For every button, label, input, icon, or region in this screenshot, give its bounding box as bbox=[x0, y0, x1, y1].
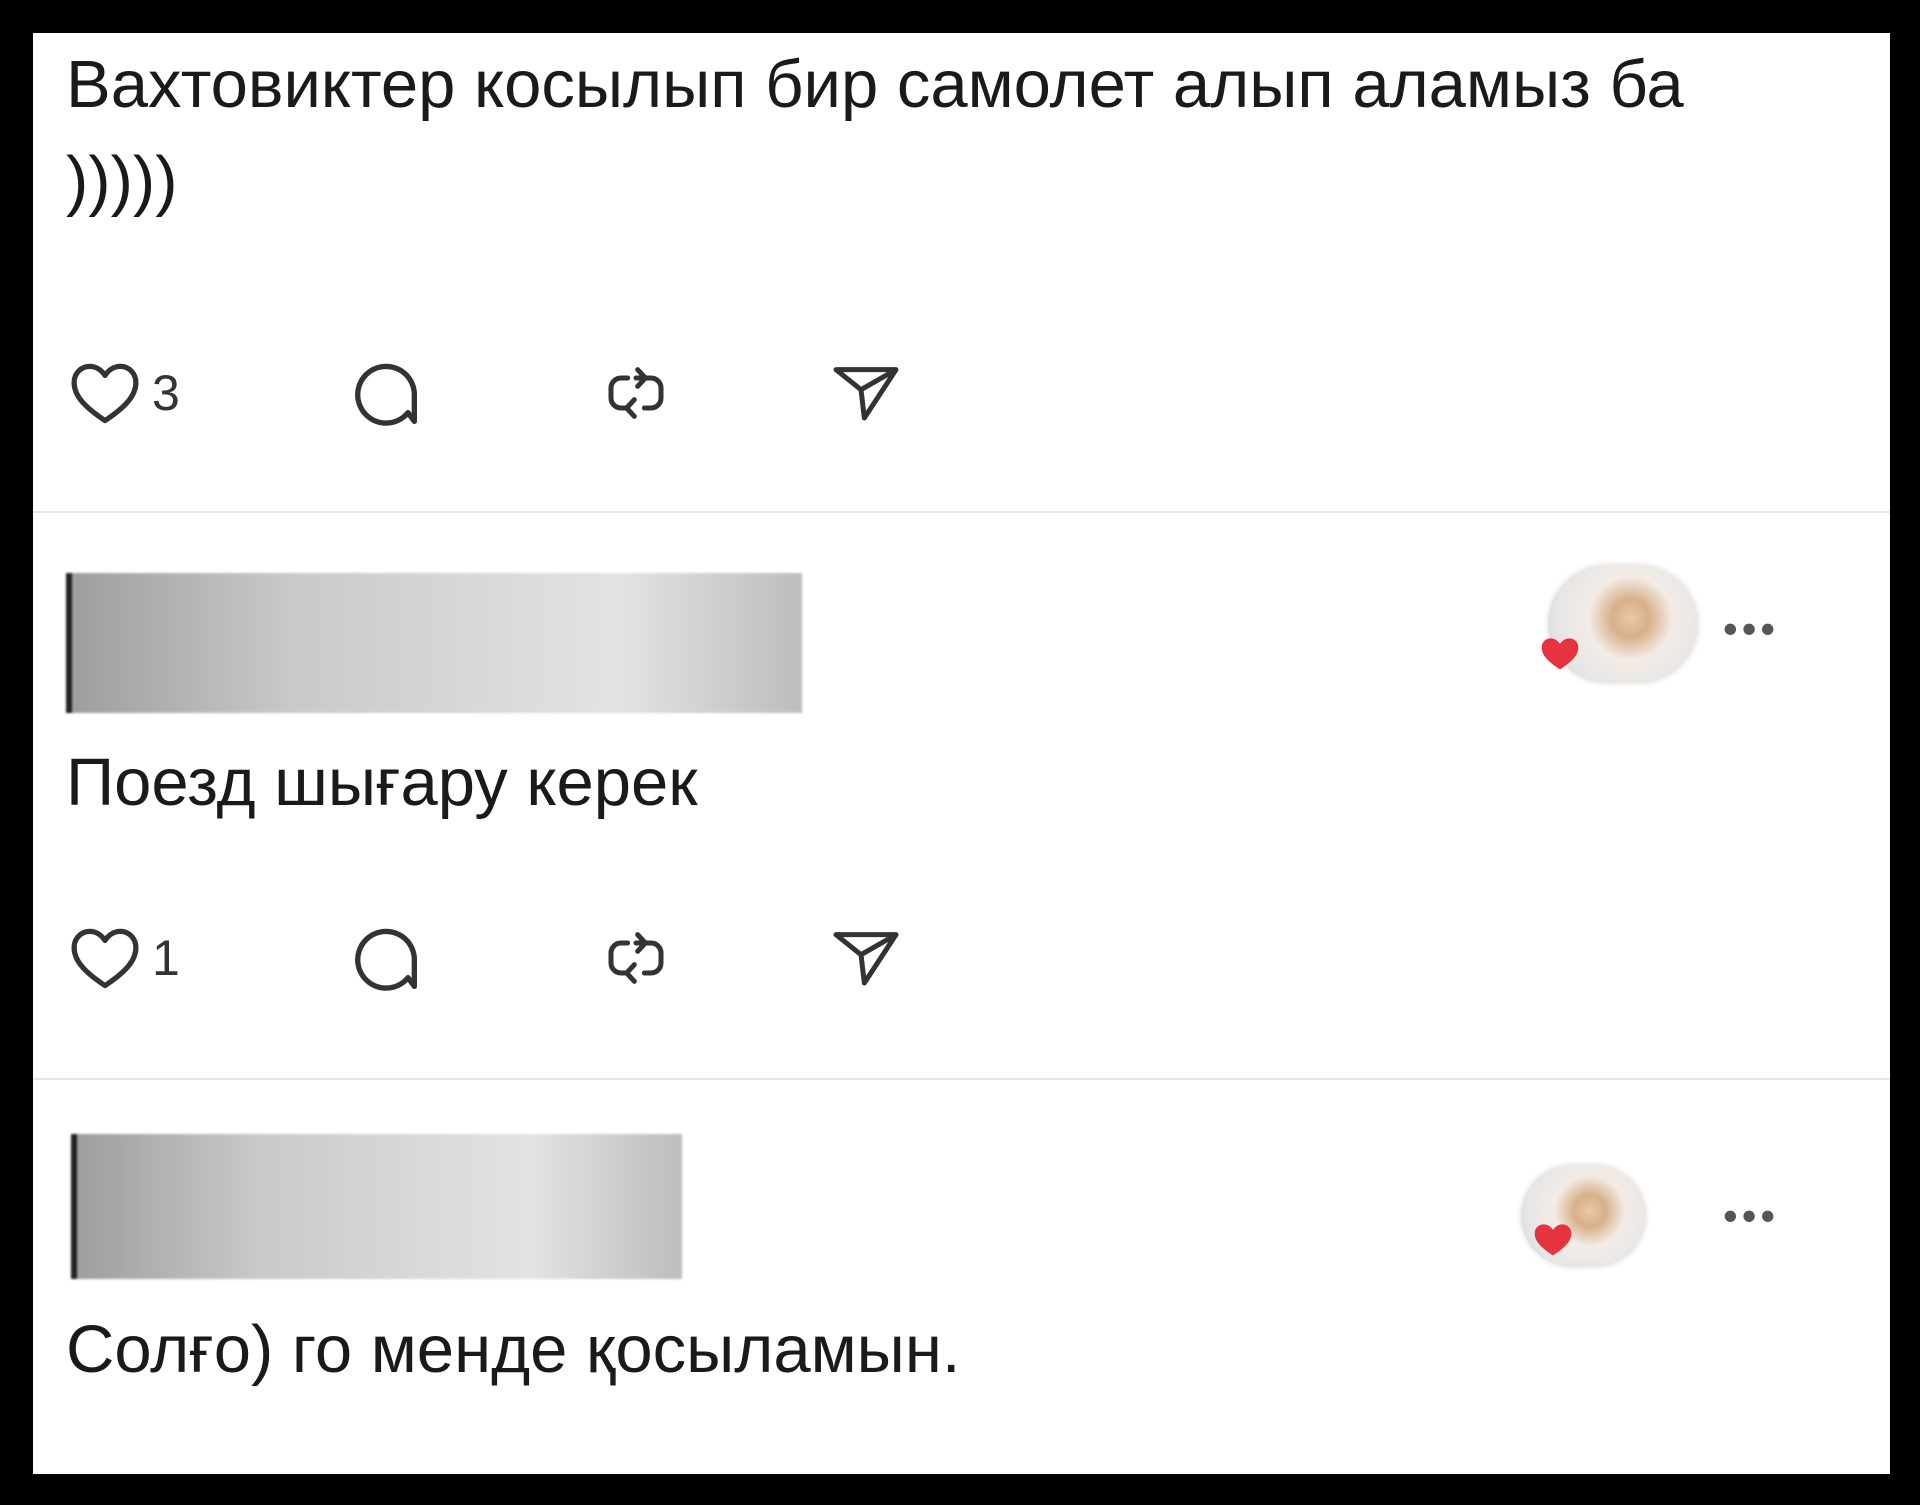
heart-badge-icon bbox=[1541, 638, 1579, 670]
comment-button[interactable] bbox=[346, 913, 426, 1003]
like-button[interactable]: 1 bbox=[66, 913, 180, 1003]
heart-icon bbox=[66, 919, 144, 997]
share-button[interactable] bbox=[826, 913, 906, 1003]
like-count: 3 bbox=[152, 365, 180, 421]
post-actions: 3 bbox=[66, 348, 899, 438]
more-options-button[interactable]: ••• bbox=[1723, 1192, 1779, 1240]
more-options-button[interactable]: ••• bbox=[1723, 605, 1779, 653]
post-3: ••• Солғо) го менде қосыламын. bbox=[33, 1080, 1890, 1474]
post-1: Вахтовиктер косылып бир самолет алып ала… bbox=[33, 33, 1890, 511]
post-text: Солғо) го менде қосыламын. bbox=[66, 1312, 961, 1387]
author-name-redacted bbox=[66, 573, 802, 713]
author-name-redacted bbox=[71, 1134, 682, 1279]
repost-button[interactable] bbox=[596, 913, 676, 1003]
liked-by-avatar[interactable] bbox=[1541, 565, 1698, 683]
heart-icon bbox=[66, 354, 144, 432]
like-button[interactable]: 3 bbox=[66, 348, 180, 438]
repost-icon bbox=[596, 918, 676, 998]
threads-feed: Вахтовиктер косылып бир самолет алып ала… bbox=[33, 33, 1890, 1474]
share-button[interactable] bbox=[826, 348, 906, 438]
post-text: Вахтовиктер косылып бир самолет алып ала… bbox=[66, 47, 1703, 218]
post-actions: 1 bbox=[66, 913, 899, 1003]
post-text: Поезд шығару керек bbox=[66, 745, 698, 820]
heart-badge-icon bbox=[1534, 1224, 1572, 1256]
liked-by-avatar[interactable] bbox=[1521, 1165, 1646, 1267]
share-icon bbox=[826, 353, 906, 433]
comment-button[interactable] bbox=[346, 348, 426, 438]
comment-icon bbox=[346, 918, 426, 998]
comment-icon bbox=[346, 353, 426, 433]
like-count: 1 bbox=[152, 930, 180, 986]
repost-button[interactable] bbox=[596, 348, 676, 438]
post-2: ••• Поезд шығару керек 1 bbox=[33, 513, 1890, 1073]
share-icon bbox=[826, 918, 906, 998]
repost-icon bbox=[596, 353, 676, 433]
